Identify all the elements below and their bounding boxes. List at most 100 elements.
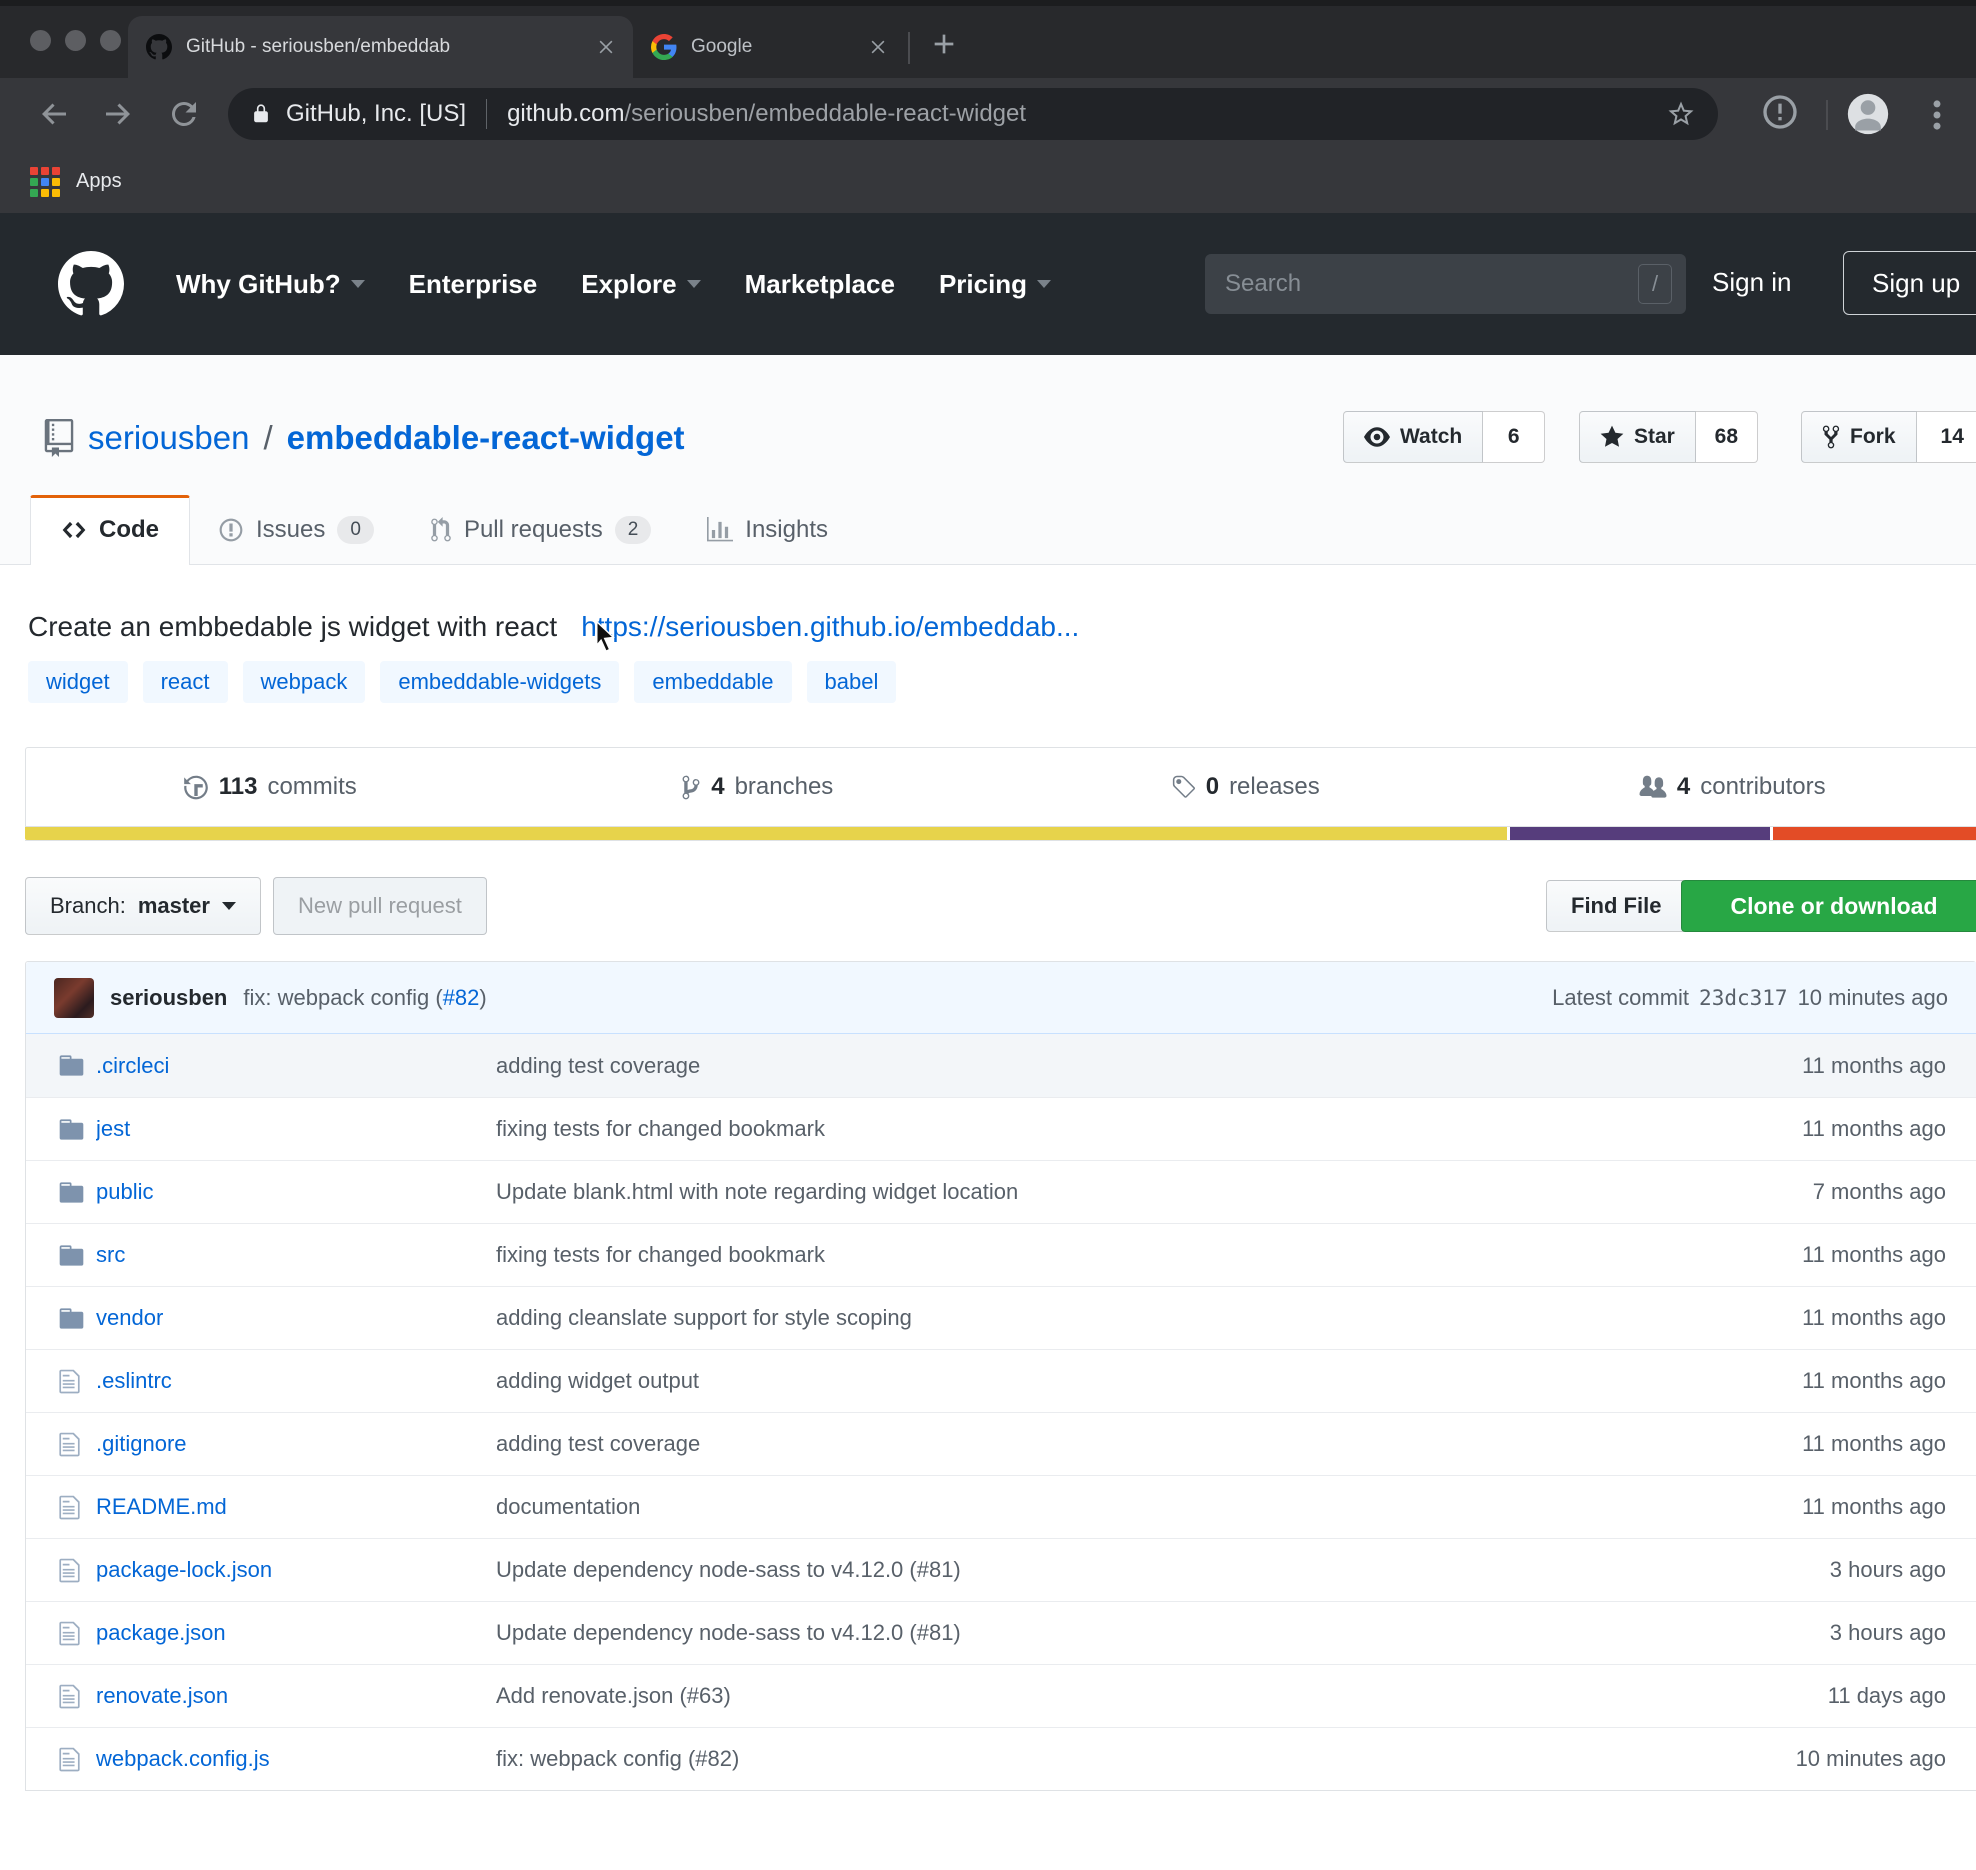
repo-owner-link[interactable]: seriousben (88, 419, 249, 457)
apps-grid-icon[interactable] (30, 167, 60, 197)
file-name-link[interactable]: package.json (96, 1620, 496, 1646)
find-file-button[interactable]: Find File (1546, 880, 1686, 932)
window-zoom-button[interactable] (100, 30, 121, 51)
file-name-link[interactable]: .gitignore (96, 1431, 496, 1457)
browser-tab-google[interactable]: Google (633, 16, 905, 78)
star-button[interactable]: Star (1579, 411, 1696, 463)
sign-up-button[interactable]: Sign up (1843, 251, 1976, 315)
profile-avatar-icon[interactable] (1846, 92, 1890, 136)
nav-why-github[interactable]: Why GitHub? (176, 269, 365, 300)
releases-stat[interactable]: 0releases (1001, 773, 1489, 801)
file-name-link[interactable]: .circleci (96, 1053, 496, 1079)
language-segment-javascript[interactable] (25, 827, 1507, 840)
tab-insights[interactable]: Insights (679, 496, 856, 564)
bookmark-star-icon[interactable] (1666, 99, 1696, 129)
tab-code[interactable]: Code (30, 495, 190, 565)
watch-count[interactable]: 6 (1483, 411, 1545, 463)
star-count[interactable]: 68 (1696, 411, 1758, 463)
nav-marketplace[interactable]: Marketplace (745, 269, 895, 300)
window-minimize-button[interactable] (65, 30, 86, 51)
fork-button[interactable]: Fork (1801, 411, 1917, 463)
nav-pricing[interactable]: Pricing (939, 269, 1051, 300)
issue-reference-link[interactable]: #82 (443, 985, 480, 1010)
fork-count[interactable]: 14 (1917, 411, 1976, 463)
file-name-link[interactable]: .eslintrc (96, 1368, 496, 1394)
commit-message-link[interactable]: Update blank.html with note regarding wi… (496, 1179, 1716, 1205)
commit-message-link[interactable]: Add renovate.json (#63) (496, 1683, 1716, 1709)
commit-message[interactable]: fix: webpack config (#82) (243, 985, 486, 1011)
commits-stat[interactable]: 113commits (26, 773, 514, 801)
site-security-label[interactable]: GitHub, Inc. [US] (286, 100, 466, 128)
commit-message-link[interactable]: documentation (496, 1494, 1716, 1520)
search-input[interactable] (1225, 270, 1638, 298)
commit-sha-link[interactable]: 23dc317 (1699, 986, 1788, 1010)
repo-website-link[interactable]: https://seriousben.github.io/embeddab... (581, 611, 1079, 643)
chevron-down-icon (1037, 280, 1051, 288)
commit-message-link[interactable]: adding test coverage (496, 1053, 1716, 1079)
branch-selector-button[interactable]: Branch: master (25, 877, 261, 935)
branches-stat[interactable]: 4branches (514, 773, 1002, 801)
info-icon[interactable] (1760, 92, 1800, 132)
reload-button[interactable] (166, 96, 202, 132)
new-tab-button[interactable] (928, 28, 960, 60)
sign-in-link[interactable]: Sign in (1712, 267, 1792, 298)
topic-tag[interactable]: react (143, 661, 228, 703)
tab-pull-requests[interactable]: Pull requests 2 (402, 496, 679, 564)
github-logo-icon[interactable] (58, 251, 124, 317)
tab-issues[interactable]: Issues 0 (190, 496, 402, 564)
topic-tag[interactable]: widget (28, 661, 128, 703)
file-name-link[interactable]: README.md (96, 1494, 496, 1520)
repo-name-link[interactable]: embeddable-react-widget (287, 419, 685, 457)
topic-tag[interactable]: embeddable-widgets (380, 661, 619, 703)
nav-explore[interactable]: Explore (581, 269, 700, 300)
browser-tab-strip: GitHub - seriousben/embeddab Google (0, 6, 1976, 78)
clone-or-download-button[interactable]: Clone or download (1681, 880, 1976, 932)
browser-tab-github[interactable]: GitHub - seriousben/embeddab (128, 16, 633, 78)
apps-bookmark[interactable]: Apps (76, 170, 122, 193)
topic-tag[interactable]: webpack (243, 661, 366, 703)
github-search-box[interactable]: / (1205, 254, 1686, 314)
tab-close-icon[interactable] (597, 38, 615, 56)
file-name-link[interactable]: package-lock.json (96, 1557, 496, 1583)
commit-message-link[interactable]: Update dependency node-sass to v4.12.0 (… (496, 1557, 1716, 1583)
file-name-link[interactable]: renovate.json (96, 1683, 496, 1709)
macos-traffic-lights[interactable] (30, 30, 121, 51)
topic-tag[interactable]: embeddable (634, 661, 791, 703)
repo-stats-box: 113commits 4branches 0releases 4contribu… (25, 747, 1976, 827)
commit-message-link[interactable]: fixing tests for changed bookmark (496, 1116, 1716, 1142)
nav-enterprise[interactable]: Enterprise (409, 269, 538, 300)
new-pull-request-button[interactable]: New pull request (273, 877, 487, 935)
file-icon (58, 1557, 81, 1584)
commit-message-link[interactable]: adding widget output (496, 1368, 1716, 1394)
back-button[interactable] (36, 96, 72, 132)
file-icon (58, 1431, 81, 1458)
browser-menu-icon[interactable] (1918, 96, 1956, 134)
author-avatar[interactable] (54, 978, 94, 1018)
browser-toolbar: GitHub, Inc. [US] github.com/seriousben/… (0, 78, 1976, 150)
contributors-stat[interactable]: 4contributors (1489, 773, 1976, 801)
file-icon (58, 1746, 81, 1773)
language-segment-html[interactable] (1773, 827, 1976, 840)
commit-message-link[interactable]: adding test coverage (496, 1431, 1716, 1457)
file-name-link[interactable]: vendor (96, 1305, 496, 1331)
table-row: renovate.json Add renovate.json (#63) 11… (26, 1664, 1976, 1727)
tab-close-icon[interactable] (869, 38, 887, 56)
commit-message-link[interactable]: fixing tests for changed bookmark (496, 1242, 1716, 1268)
language-segment-css[interactable] (1510, 827, 1770, 840)
forward-button[interactable] (100, 96, 136, 132)
commit-message-link[interactable]: adding cleanslate support for style scop… (496, 1305, 1716, 1331)
file-name-link[interactable]: webpack.config.js (96, 1746, 496, 1772)
mouse-cursor (590, 619, 620, 659)
topic-tag[interactable]: babel (807, 661, 897, 703)
window-close-button[interactable] (30, 30, 51, 51)
file-updated-time: 10 minutes ago (1716, 1746, 1976, 1772)
file-name-link[interactable]: src (96, 1242, 496, 1268)
file-name-link[interactable]: public (96, 1179, 496, 1205)
watch-button[interactable]: Watch (1343, 411, 1483, 463)
folder-icon (58, 1179, 85, 1206)
file-name-link[interactable]: jest (96, 1116, 496, 1142)
commit-author-link[interactable]: seriousben (110, 985, 227, 1011)
commit-message-link[interactable]: Update dependency node-sass to v4.12.0 (… (496, 1620, 1716, 1646)
address-bar[interactable]: GitHub, Inc. [US] github.com/seriousben/… (228, 88, 1718, 140)
commit-message-link[interactable]: fix: webpack config (#82) (496, 1746, 1716, 1772)
